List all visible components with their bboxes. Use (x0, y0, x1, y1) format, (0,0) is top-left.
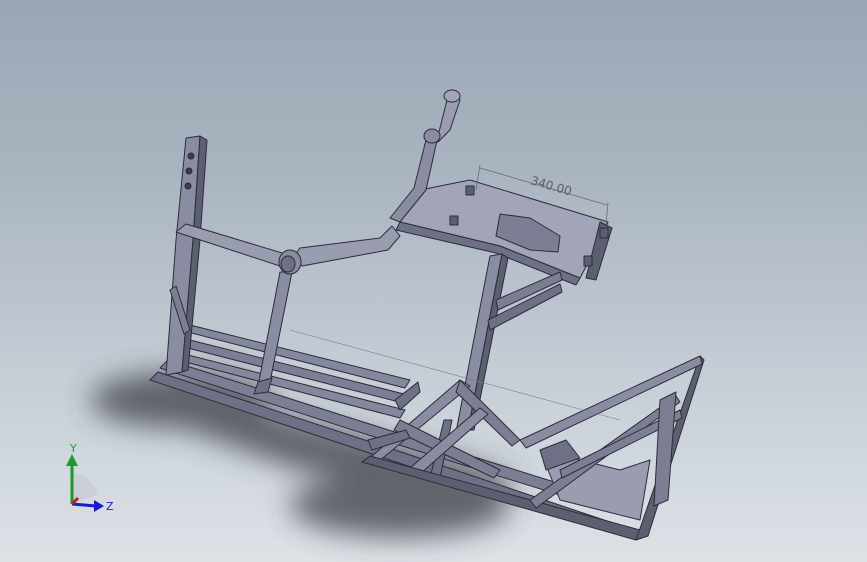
seat-tab-4 (583, 255, 593, 267)
guide-line (289, 329, 621, 421)
y-axis-label: Y (69, 442, 77, 455)
z-axis-icon (71, 502, 97, 508)
post-hole-3 (184, 182, 192, 190)
z-arrow-icon (94, 500, 104, 512)
backrest-cap (443, 89, 461, 103)
post-hole-2 (185, 167, 193, 175)
orientation-triad[interactable]: Y Z (52, 440, 122, 520)
dimension-value: 340.00 (529, 173, 573, 198)
y-arrow-icon (66, 454, 78, 466)
arm-right (293, 225, 401, 267)
graphics-viewport[interactable]: 340.00 Y Z (0, 0, 867, 562)
seat-tab-1 (465, 185, 475, 196)
frame-model[interactable]: 340.00 (0, 0, 867, 562)
seat-tab-3 (599, 227, 609, 239)
steering-hub-face (280, 255, 296, 273)
tube-frame[interactable] (149, 89, 705, 541)
seat-tab-2 (449, 215, 459, 226)
post-hole-1 (187, 152, 195, 160)
z-axis-label: Z (106, 500, 114, 513)
backrest-joint (423, 128, 441, 144)
